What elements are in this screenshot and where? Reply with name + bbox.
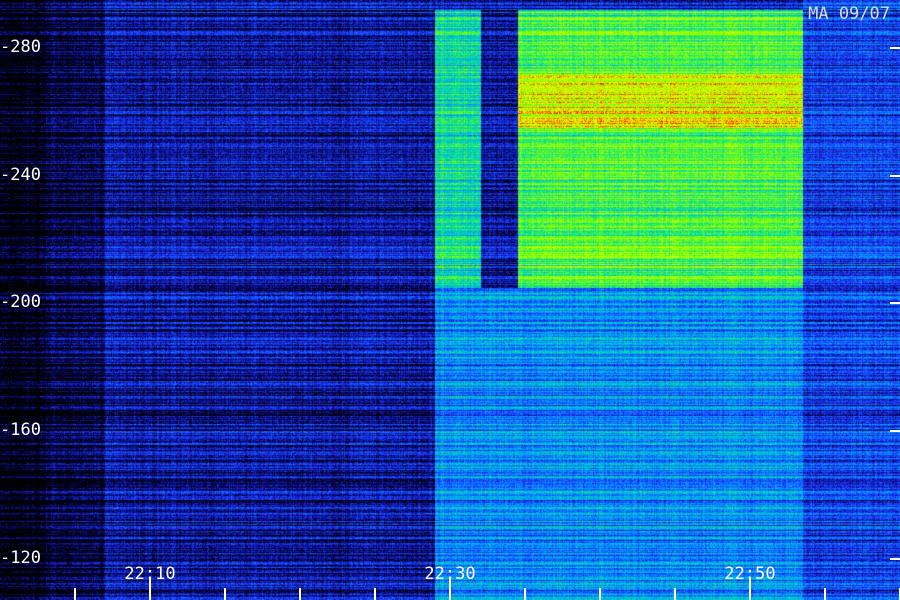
x-tick-mark	[749, 578, 751, 600]
y-tick-label: -120	[0, 547, 41, 568]
y-tick-mark-right	[890, 429, 900, 432]
spectrogram-plot	[0, 0, 900, 600]
x-tick-mark	[224, 588, 226, 600]
y-tick-label: -160	[0, 419, 41, 440]
y-tick-mark-right	[890, 174, 900, 177]
x-tick-mark	[374, 588, 376, 600]
y-tick-mark-right	[890, 46, 900, 49]
x-tick-mark	[599, 588, 601, 600]
x-tick-mark	[674, 588, 676, 600]
y-tick-mark-right	[890, 302, 900, 305]
y-tick-mark-right	[890, 557, 900, 560]
x-tick-mark	[824, 588, 826, 600]
y-tick-label: -200	[0, 292, 41, 313]
x-tick-mark	[449, 578, 451, 600]
x-tick-mark	[149, 578, 151, 600]
x-tick-mark	[524, 588, 526, 600]
station-date-label: MA 09/07	[808, 4, 890, 24]
x-tick-mark	[299, 588, 301, 600]
x-tick-mark	[74, 588, 76, 600]
y-tick-label: -240	[0, 164, 41, 185]
y-tick-label: -280	[0, 36, 41, 57]
